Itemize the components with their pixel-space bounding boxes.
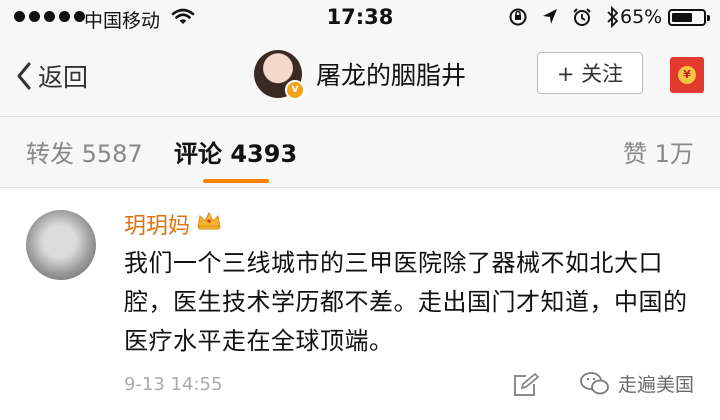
comment-timestamp: 9-13 14:55 bbox=[124, 374, 223, 395]
battery-icon bbox=[668, 9, 710, 26]
battery-percent: 65% bbox=[620, 6, 663, 28]
commenter-username[interactable]: 玥玥妈 bbox=[124, 208, 190, 240]
comment-item: 玥玥妈 我们一个三线城市的三甲医院除了器械不如北大口腔，医生技术学历都不差。走出… bbox=[0, 188, 720, 420]
status-bar: 中国移动 17:38 65% bbox=[0, 0, 720, 36]
chevron-left-icon bbox=[17, 62, 31, 90]
bluetooth-icon bbox=[606, 5, 620, 33]
comment-text: 我们一个三线城市的三甲医院除了器械不如北大口腔，医生技术学历都不差。走出国门才知… bbox=[124, 249, 688, 355]
navigation-bar: 返回 V 屠龙的胭脂井 + 关注 ¥ bbox=[0, 36, 720, 117]
watermark: 走遍美国 bbox=[580, 370, 694, 397]
watermark-label: 走遍美国 bbox=[618, 374, 695, 396]
commenter-username-row: 玥玥妈 bbox=[124, 208, 222, 240]
battery-level-fill bbox=[672, 13, 692, 22]
tab-bar: 转发 5587 评论 4393 赞 1万 bbox=[0, 117, 720, 188]
back-button[interactable]: 返回 bbox=[16, 58, 88, 94]
alarm-clock-icon bbox=[572, 7, 592, 32]
location-arrow-icon bbox=[542, 8, 558, 31]
tab-repost[interactable]: 转发 5587 bbox=[26, 134, 143, 169]
red-packet-icon[interactable]: ¥ bbox=[670, 57, 704, 93]
verified-badge-icon: V bbox=[285, 80, 305, 100]
back-label: 返回 bbox=[38, 63, 89, 92]
orientation-lock-icon bbox=[508, 7, 528, 32]
page-title: 屠龙的胭脂井 bbox=[316, 61, 467, 90]
wechat-logo-icon bbox=[580, 371, 609, 394]
active-tab-indicator bbox=[203, 179, 269, 183]
commenter-avatar[interactable] bbox=[26, 210, 96, 280]
crown-icon bbox=[196, 211, 222, 237]
follow-button[interactable]: + 关注 bbox=[537, 52, 643, 94]
reply-edit-icon[interactable] bbox=[512, 372, 540, 402]
tab-comments[interactable]: 评论 4393 bbox=[174, 134, 297, 169]
author-avatar[interactable]: V bbox=[254, 50, 305, 100]
tab-likes[interactable]: 赞 1万 bbox=[623, 134, 694, 169]
